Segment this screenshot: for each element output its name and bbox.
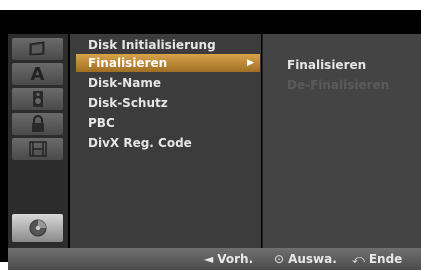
- screen-icon: [29, 41, 44, 56]
- submenu-item-de-finalisieren: De-Finalisieren: [287, 78, 389, 92]
- submenu-item-label: Finalisieren: [287, 58, 367, 72]
- hint-select-label: Auswa.: [288, 252, 337, 266]
- submenu-arrow-icon: ▶: [247, 58, 254, 68]
- menu-item-divx-reg-code[interactable]: DivX Reg. Code: [70, 134, 261, 152]
- menu-item-disk-schutz[interactable]: Disk-Schutz: [70, 94, 261, 112]
- sidebar-item-language[interactable]: A: [12, 63, 63, 85]
- film-icon: [28, 141, 47, 157]
- menu-item-finalisieren[interactable]: Finalisieren ▶: [76, 54, 260, 72]
- hint-select: ⊙ Auswa.: [274, 252, 337, 266]
- menu-panel: Disk Initialisierung Finalisieren ▶ Disk…: [70, 34, 261, 248]
- sidebar-item-lock[interactable]: [12, 113, 63, 135]
- enter-icon: ⊙: [274, 252, 285, 266]
- hint-previous-label: Vorh.: [217, 252, 254, 266]
- submenu-item-finalisieren[interactable]: Finalisieren: [287, 58, 366, 72]
- sidebar-item-audio[interactable]: [12, 88, 63, 110]
- menu-item-label: Finalisieren: [88, 56, 168, 70]
- menu-item-label: DivX Reg. Code: [88, 136, 192, 150]
- hint-exit: ⤺ Ende: [352, 252, 402, 267]
- sidebar-item-recording[interactable]: [12, 138, 63, 160]
- menu-item-label: Disk Initialisierung: [88, 38, 216, 52]
- sidebar: A: [8, 34, 68, 248]
- menu-item-label: PBC: [88, 116, 115, 130]
- disc-icon: [29, 219, 46, 237]
- hint-exit-label: Ende: [368, 252, 403, 266]
- menu-item-label: Disk-Name: [88, 76, 161, 90]
- arrow-left-icon: ◄: [204, 252, 214, 266]
- language-icon: A: [30, 63, 45, 85]
- osd-screen: A Disk Initialisierung Finalisieren ▶ Di…: [0, 10, 421, 270]
- lock-icon: [31, 115, 44, 132]
- speaker-icon: [32, 91, 43, 107]
- sidebar-item-disc[interactable]: [12, 214, 63, 242]
- submenu-item-label: De-Finalisieren: [287, 78, 390, 92]
- hint-previous: ◄ Vorh.: [204, 252, 253, 266]
- submenu-panel: Finalisieren De-Finalisieren: [262, 34, 421, 248]
- return-icon: ⤺: [352, 252, 365, 266]
- menu-item-pbc[interactable]: PBC: [70, 114, 261, 132]
- button-hint-bar: ◄ Vorh. ⊙ Auswa. ⤺ Ende: [8, 248, 421, 270]
- menu-item-disk-name[interactable]: Disk-Name: [70, 74, 261, 92]
- sidebar-item-screen[interactable]: [12, 38, 63, 60]
- menu-item-label: Disk-Schutz: [88, 96, 168, 110]
- menu-item-disk-initialisierung[interactable]: Disk Initialisierung: [70, 36, 261, 54]
